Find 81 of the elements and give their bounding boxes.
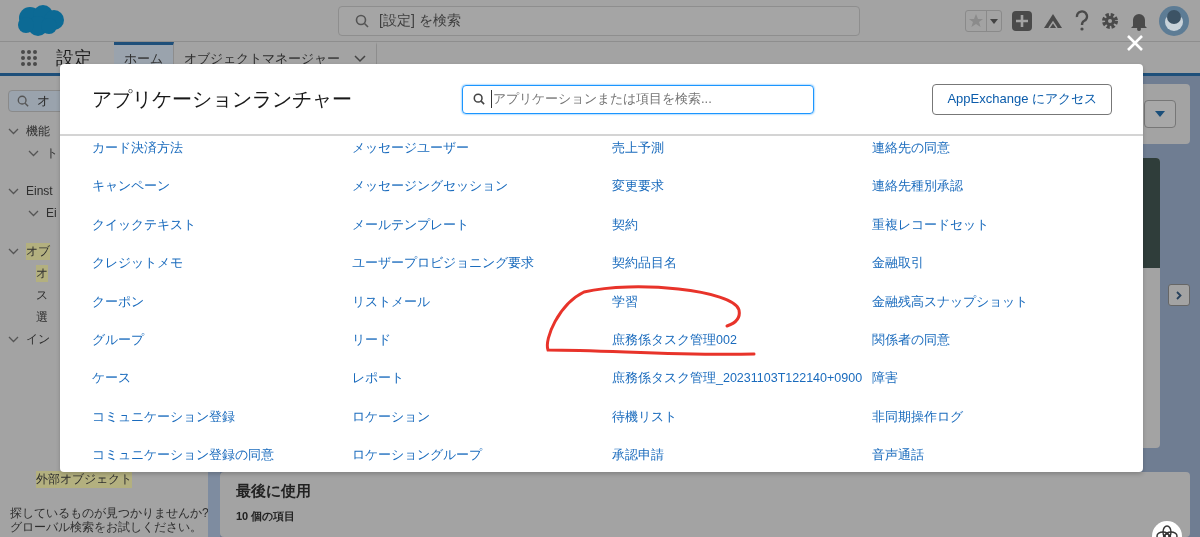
app-link[interactable]: 重複レコードセット	[872, 216, 989, 233]
app-link[interactable]: 学習	[612, 293, 638, 310]
cloud-logo[interactable]	[16, 3, 66, 38]
chevron-down-icon[interactable]	[28, 149, 39, 157]
dialog-title: アプリケーションランチャー	[92, 86, 353, 112]
tree-item[interactable]: オブ	[26, 242, 50, 260]
tree-item[interactable]: 選	[36, 308, 48, 326]
avatar-icon[interactable]	[1158, 4, 1190, 37]
app-link[interactable]: コミュニケーション登録	[92, 408, 235, 425]
settings-icon[interactable]	[1100, 10, 1120, 31]
app-link[interactable]: リストメール	[352, 293, 430, 310]
tree-item[interactable]: オ	[36, 264, 48, 282]
app-link[interactable]: 契約	[612, 216, 638, 233]
app-link[interactable]: 音声通話	[872, 447, 924, 464]
tree-item[interactable]: ト	[46, 144, 58, 162]
search-placeholder: アプリケーションまたは項目を検索...	[491, 90, 712, 108]
app-link[interactable]: 連絡先種別承認	[872, 178, 963, 195]
app-link[interactable]: 契約品目名	[612, 255, 677, 272]
app-link[interactable]: クイックテキスト	[92, 216, 196, 233]
caret-icon	[990, 18, 998, 24]
tree-item[interactable]: Einst	[26, 184, 53, 198]
app-link[interactable]: 障害	[872, 370, 898, 387]
app-link[interactable]: ケース	[92, 370, 131, 387]
app-link[interactable]: 非同期操作ログ	[872, 408, 963, 425]
app-link[interactable]: 変更要求	[612, 178, 664, 195]
close-icon[interactable]	[1126, 34, 1144, 52]
app-link[interactable]: メッセージングセッション	[352, 178, 508, 195]
chevron-down-icon[interactable]	[8, 247, 19, 255]
search-field[interactable]: アプリケーションまたは項目を検索...	[462, 84, 814, 114]
tree-item[interactable]: Ei	[46, 206, 57, 220]
app-link[interactable]: 金融残高スナップショット	[872, 293, 1028, 310]
app-link[interactable]: 庶務係タスク管理002	[612, 331, 737, 348]
app-link[interactable]: コミュニケーション登録の同意	[92, 447, 274, 464]
app-link[interactable]: カード決済方法	[92, 140, 183, 156]
app-link[interactable]: 待機リスト	[612, 408, 677, 425]
app-link[interactable]: レポート	[352, 370, 404, 387]
dropdown-button[interactable]	[1144, 100, 1176, 128]
app-link[interactable]: 庶務係タスク管理_20231103T122140+0900	[612, 370, 863, 387]
app-link[interactable]: 売上予測	[612, 140, 664, 156]
app-link[interactable]: メールテンプレート	[352, 216, 469, 233]
appexchange-button[interactable]: AppExchange にアクセス	[932, 83, 1112, 115]
search-value: オ	[37, 92, 50, 110]
tree-item[interactable]: 機能	[26, 122, 50, 140]
search-icon	[17, 95, 29, 107]
app-link[interactable]: クーポン	[92, 293, 144, 310]
search-icon	[355, 13, 369, 28]
plus-icon[interactable]	[1012, 10, 1032, 31]
app-link[interactable]: 金融取引	[872, 255, 924, 272]
recent-title: 最後に使用	[236, 482, 312, 501]
next-button[interactable]	[1168, 284, 1190, 306]
app-link[interactable]: 連絡先の同意	[872, 140, 950, 156]
app-link[interactable]: 承認申請	[612, 447, 664, 464]
app-link[interactable]: キャンペーン	[92, 178, 170, 195]
app-link[interactable]: クレジットメモ	[92, 255, 183, 272]
app-launcher-icon[interactable]	[20, 48, 38, 67]
star-icon	[969, 13, 983, 27]
search-field[interactable]: [設定] を検索	[338, 5, 860, 36]
help-icon[interactable]	[1074, 9, 1090, 32]
chevron-down-icon[interactable]	[8, 127, 19, 135]
help-text: グローバル検索をお試しください。	[10, 520, 203, 534]
recent-count: 10 個の項目	[236, 509, 297, 524]
tree-item[interactable]: ス	[36, 286, 48, 304]
app-link[interactable]: 関係者の同意	[872, 331, 950, 348]
search-icon	[473, 93, 485, 105]
chevron-right-icon	[1176, 290, 1182, 300]
caret-icon	[1155, 111, 1165, 117]
app-link[interactable]: メッセージユーザー	[352, 140, 469, 156]
app-link[interactable]: ロケーショングループ	[352, 447, 482, 464]
app-link[interactable]: ユーザープロビジョニング要求	[352, 255, 534, 272]
search-placeholder: [設定] を検索	[379, 11, 461, 30]
chevron-down-icon[interactable]	[28, 209, 39, 217]
chevron-down-icon[interactable]	[8, 187, 19, 195]
tree-item[interactable]: 外部オブジェクト	[36, 470, 132, 488]
chevron-down-icon[interactable]	[8, 335, 19, 343]
app-link[interactable]: ロケーション	[352, 408, 430, 425]
help-text: 探しているものが見つかりませんか?	[10, 506, 208, 520]
chevron-down-icon[interactable]	[354, 55, 366, 63]
app-link[interactable]: リード	[352, 331, 391, 348]
tree-item[interactable]: イン	[26, 330, 50, 348]
favorites-button[interactable]	[965, 9, 1002, 32]
app-link[interactable]: グループ	[92, 331, 144, 348]
